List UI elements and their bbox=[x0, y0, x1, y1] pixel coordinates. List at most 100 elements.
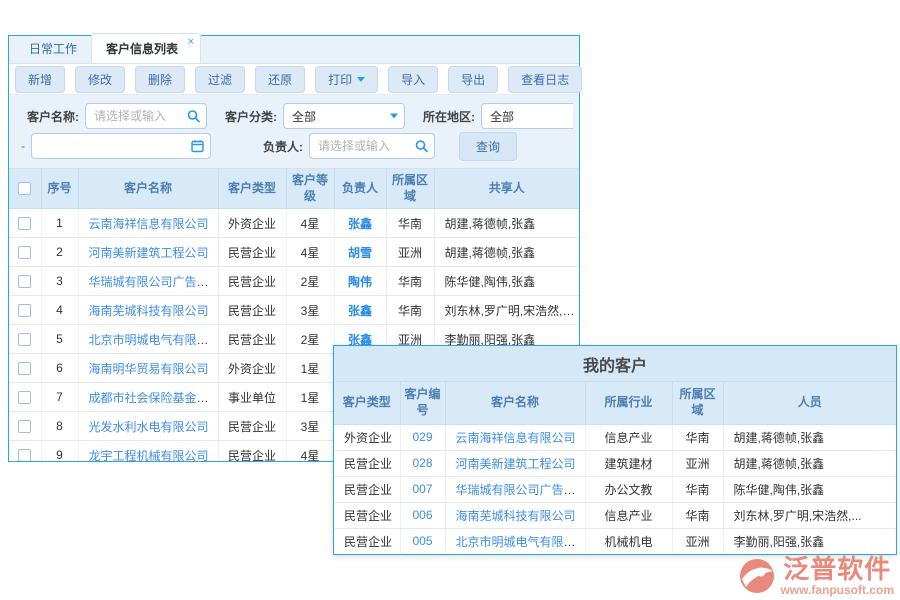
add-button[interactable]: 新增 bbox=[15, 66, 65, 93]
customer-type-cell: 民营企业 bbox=[218, 325, 286, 354]
owner-link[interactable]: 张鑫 bbox=[348, 217, 372, 231]
customer-type-cell: 外资企业 bbox=[218, 354, 286, 383]
customer-level-cell: 3星 bbox=[286, 412, 334, 441]
col-header-no: 序号 bbox=[41, 169, 78, 209]
filter-button[interactable]: 过滤 bbox=[195, 66, 245, 93]
export-button[interactable]: 导出 bbox=[448, 66, 498, 93]
customer-name-link[interactable]: 华瑞城有限公司广告设计部 bbox=[89, 275, 219, 289]
row-checkbox[interactable] bbox=[18, 391, 31, 404]
customer-category-value: 全部 bbox=[284, 108, 404, 125]
customer-name-link[interactable]: 华瑞城有限公司广告设计部 bbox=[456, 483, 586, 497]
customer-category-label: 客户分类: bbox=[225, 108, 277, 125]
row-index: 9 bbox=[41, 441, 78, 461]
col-header-customer-type: 客户类型 bbox=[218, 169, 286, 209]
shared-with-cell: 胡建,蒋德帧,张鑫 bbox=[434, 209, 579, 238]
customer-type-cell: 民营企业 bbox=[334, 450, 400, 476]
customer-name-link[interactable]: 光发水利水电有限公司 bbox=[89, 420, 209, 434]
industry-cell: 机械机电 bbox=[585, 528, 672, 554]
row-checkbox[interactable] bbox=[18, 304, 31, 317]
select-all-checkbox[interactable] bbox=[18, 182, 31, 195]
col-header-industry: 所属行业 bbox=[585, 382, 672, 424]
customer-level-cell: 3星 bbox=[286, 296, 334, 325]
row-checkbox[interactable] bbox=[18, 275, 31, 288]
customer-name-link[interactable]: 北京市明城电气有限公司 bbox=[456, 535, 586, 549]
filter-area: 客户名称: 客户分类: 全部 所在地区: 全部 - bbox=[9, 95, 579, 169]
col-header-staff: 人员 bbox=[723, 382, 896, 424]
col-header-region: 所属区域 bbox=[386, 169, 434, 209]
row-checkbox[interactable] bbox=[18, 246, 31, 259]
row-index: 6 bbox=[41, 354, 78, 383]
region-cell: 华南 bbox=[386, 267, 434, 296]
customer-code-link[interactable]: 006 bbox=[412, 508, 432, 522]
calendar-icon[interactable] bbox=[191, 140, 204, 153]
customer-level-cell: 2星 bbox=[286, 325, 334, 354]
restore-button[interactable]: 还原 bbox=[255, 66, 305, 93]
customer-type-cell: 民营企业 bbox=[218, 296, 286, 325]
query-button[interactable]: 查询 bbox=[459, 132, 517, 161]
customer-code-link[interactable]: 029 bbox=[412, 430, 432, 444]
tab-customer-info-list-label: 客户信息列表 bbox=[106, 42, 178, 56]
print-button-label: 打印 bbox=[328, 71, 352, 88]
customer-code-link[interactable]: 028 bbox=[412, 456, 432, 470]
tab-customer-info-list[interactable]: 客户信息列表 × bbox=[91, 33, 201, 63]
tab-daily-work[interactable]: 日常工作 bbox=[15, 34, 91, 63]
region-cell: 华南 bbox=[386, 296, 434, 325]
my-customer-row: 民营企业 005 北京市明城电气有限公司 机械机电 亚洲 李勤丽,阳强,张鑫 bbox=[334, 528, 896, 554]
my-customers-header-row: 客户类型 客户编号 客户名称 所属行业 所属区域 人员 bbox=[334, 382, 896, 424]
row-index: 7 bbox=[41, 383, 78, 412]
customer-type-cell: 民营企业 bbox=[218, 441, 286, 461]
customer-name-link[interactable]: 北京市明城电气有限公司 bbox=[89, 333, 219, 347]
customer-row: 4 海南芜城科技有限公司 民营企业 3星 张鑫 华南 刘东林,罗广明,宋浩然,张… bbox=[9, 296, 579, 325]
region-cell: 亚洲 bbox=[672, 450, 723, 476]
date-input[interactable] bbox=[32, 134, 210, 158]
region-cell: 华南 bbox=[672, 502, 723, 528]
industry-cell: 办公文教 bbox=[585, 476, 672, 502]
row-checkbox[interactable] bbox=[18, 333, 31, 346]
customer-type-cell: 民营企业 bbox=[218, 412, 286, 441]
row-index: 4 bbox=[41, 296, 78, 325]
row-index: 2 bbox=[41, 238, 78, 267]
fanpu-logo-text: 泛普软件 bbox=[783, 556, 891, 582]
customer-category-select[interactable]: 全部 bbox=[283, 103, 405, 129]
owner-link[interactable]: 胡雪 bbox=[348, 246, 372, 260]
view-log-button[interactable]: 查看日志 bbox=[508, 66, 582, 93]
customer-name-link[interactable]: 海南芜城科技有限公司 bbox=[456, 509, 576, 523]
owner-link[interactable]: 陶伟 bbox=[348, 275, 372, 289]
my-customer-row: 民营企业 007 华瑞城有限公司广告设计部 办公文教 华南 陈华健,陶伟,张鑫 bbox=[334, 476, 896, 502]
customer-name-link[interactable]: 河南美新建筑工程公司 bbox=[456, 457, 576, 471]
customer-name-link[interactable]: 云南海祥信息有限公司 bbox=[89, 217, 209, 231]
customer-type-cell: 民营企业 bbox=[334, 476, 400, 502]
customer-level-cell: 4星 bbox=[286, 238, 334, 267]
customer-name-link[interactable]: 云南海祥信息有限公司 bbox=[456, 431, 576, 445]
edit-button[interactable]: 修改 bbox=[75, 66, 125, 93]
search-icon[interactable] bbox=[187, 110, 200, 123]
customer-code-link[interactable]: 007 bbox=[412, 482, 432, 496]
my-customer-row: 外资企业 029 云南海祥信息有限公司 信息产业 华南 胡建,蒋德帧,张鑫 bbox=[334, 424, 896, 450]
region-cell: 华南 bbox=[672, 476, 723, 502]
import-button[interactable]: 导入 bbox=[388, 66, 438, 93]
fanpu-logo-url: www.fanpusoft.com bbox=[780, 584, 894, 596]
print-button[interactable]: 打印 bbox=[315, 66, 378, 93]
row-checkbox[interactable] bbox=[18, 420, 31, 433]
shared-with-cell: 刘东林,罗广明,宋浩然,张鑫 bbox=[434, 296, 579, 325]
search-icon[interactable] bbox=[415, 140, 428, 153]
customer-code-link[interactable]: 005 bbox=[412, 534, 432, 548]
region-cell: 亚洲 bbox=[386, 238, 434, 267]
shared-with-cell: 陈华健,陶伟,张鑫 bbox=[434, 267, 579, 296]
customer-name-link[interactable]: 龙宇工程机械有限公司 bbox=[89, 449, 209, 461]
row-checkbox[interactable] bbox=[18, 449, 31, 461]
region-select[interactable]: 全部 bbox=[481, 103, 573, 129]
owner-link[interactable]: 张鑫 bbox=[348, 304, 372, 318]
close-icon[interactable]: × bbox=[188, 36, 194, 48]
customer-name-link[interactable]: 河南美新建筑工程公司 bbox=[89, 246, 209, 260]
customer-name-link[interactable]: 成都市社会保险基金管理... bbox=[89, 391, 219, 405]
row-checkbox[interactable] bbox=[18, 362, 31, 375]
row-checkbox[interactable] bbox=[18, 217, 31, 230]
customer-name-link[interactable]: 海南明华贸易有限公司 bbox=[89, 362, 209, 376]
row-index: 1 bbox=[41, 209, 78, 238]
toolbar: 新增 修改 删除 过滤 还原 打印 导入 导出 查看日志 bbox=[9, 64, 579, 95]
delete-button[interactable]: 删除 bbox=[135, 66, 185, 93]
my-customer-row: 民营企业 006 海南芜城科技有限公司 信息产业 华南 刘东林,罗广明,宋浩然,… bbox=[334, 502, 896, 528]
customer-name-link[interactable]: 海南芜城科技有限公司 bbox=[89, 304, 209, 318]
industry-cell: 信息产业 bbox=[585, 502, 672, 528]
